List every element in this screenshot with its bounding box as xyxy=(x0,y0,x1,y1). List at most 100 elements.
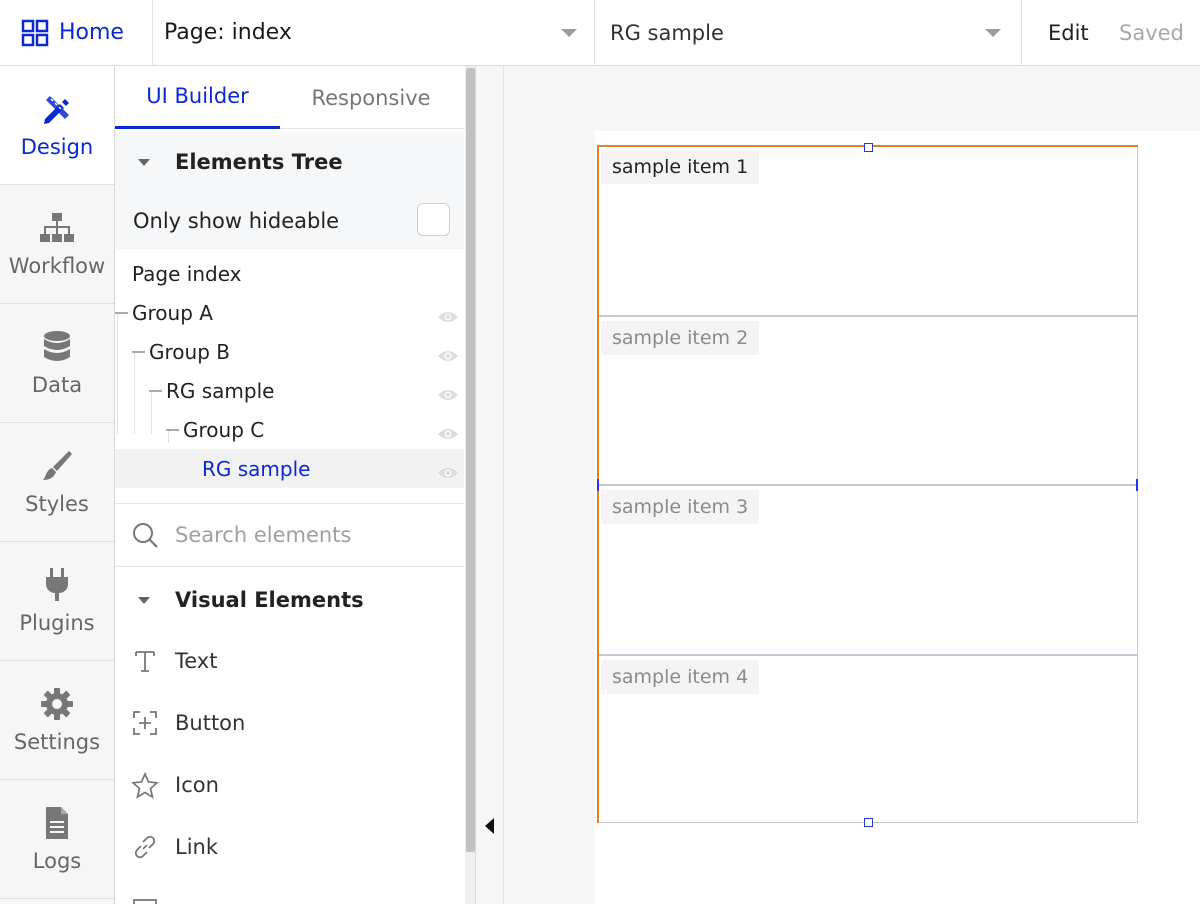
tree-dash xyxy=(115,311,128,314)
repeating-group[interactable]: sample item 1 sample item 2 sample item … xyxy=(597,145,1138,823)
nav-settings[interactable]: Settings xyxy=(0,661,114,780)
cell-text[interactable]: sample item 3 xyxy=(601,490,760,524)
elements-tree: Page index Group A Group B RG sample Gro… xyxy=(115,254,464,488)
grid-icon xyxy=(21,19,49,46)
home-button[interactable]: Home xyxy=(0,0,153,65)
nav-label: Workflow xyxy=(8,254,106,278)
cell-text[interactable]: sample item 4 xyxy=(601,660,760,694)
tree-dash xyxy=(166,428,179,431)
chevron-down-icon xyxy=(561,29,577,37)
tree-item-rg-sample-nested[interactable]: RG sample xyxy=(115,449,464,488)
tree-item-label: Group C xyxy=(183,417,265,442)
home-label: Home xyxy=(59,20,124,45)
triangle-down-icon xyxy=(138,158,150,166)
visual-element-label: Link xyxy=(175,835,219,859)
hideable-checkbox[interactable] xyxy=(417,203,450,236)
nav-label: Plugins xyxy=(19,611,95,635)
edit-button[interactable]: Edit xyxy=(1048,0,1089,65)
nav-styles[interactable]: Styles xyxy=(0,423,114,542)
visual-element-text[interactable]: Text xyxy=(115,630,464,692)
brush-icon xyxy=(41,448,73,484)
visual-element-button[interactable]: Button xyxy=(115,692,464,754)
nav-plugins[interactable]: Plugins xyxy=(0,542,114,661)
visual-element-partial[interactable] xyxy=(115,878,464,904)
workflow-icon xyxy=(38,210,76,246)
nav-label: Logs xyxy=(32,849,82,873)
eye-icon[interactable] xyxy=(437,344,459,368)
panel-gutter xyxy=(476,66,504,904)
hideable-label: Only show hideable xyxy=(133,209,340,233)
tree-item-label: RG sample xyxy=(202,456,311,481)
page-dropdown-label: Page: index xyxy=(164,20,292,45)
elements-tree-header[interactable]: Elements Tree xyxy=(115,132,464,192)
eye-icon[interactable] xyxy=(437,383,459,407)
tree-item-label: RG sample xyxy=(166,378,275,403)
page-dropdown[interactable]: Page: index xyxy=(153,0,595,65)
visual-element-label: Button xyxy=(175,711,246,735)
repeating-group-cell[interactable]: sample item 2 xyxy=(599,317,1137,486)
repeating-group-cell[interactable]: sample item 4 xyxy=(599,656,1137,822)
nav-label: Data xyxy=(31,373,83,397)
tree-item-page-index[interactable]: Page index xyxy=(115,254,464,293)
text-icon xyxy=(130,649,160,673)
repeating-group-cell[interactable]: sample item 1 xyxy=(599,146,1137,317)
search-input[interactable] xyxy=(175,523,445,547)
element-dropdown-label: RG sample xyxy=(610,20,724,45)
hideable-filter-row: Only show hideable xyxy=(115,192,464,250)
eye-icon[interactable] xyxy=(437,305,459,329)
panel-scrollbar[interactable] xyxy=(465,66,475,904)
elements-tree-title: Elements Tree xyxy=(175,150,343,174)
tree-item-group-b[interactable]: Group B xyxy=(115,332,464,371)
tab-responsive[interactable]: Responsive xyxy=(280,66,462,129)
resize-handle-bottom[interactable] xyxy=(864,818,873,827)
tree-item-label: Group A xyxy=(132,300,213,325)
document-icon xyxy=(44,805,70,841)
visual-elements-title: Visual Elements xyxy=(175,588,364,612)
search-icon xyxy=(133,523,158,548)
tab-ui-builder[interactable]: UI Builder xyxy=(115,66,280,129)
element-dropdown[interactable]: RG sample xyxy=(595,0,1022,65)
resize-handle-left[interactable] xyxy=(597,479,599,491)
nav-design[interactable]: Design xyxy=(0,66,114,185)
visual-element-link[interactable]: Link xyxy=(115,816,464,878)
gear-icon xyxy=(40,686,74,722)
left-nav: Design Workflow Data Styles Plugins Sett… xyxy=(0,66,115,904)
cell-text[interactable]: sample item 2 xyxy=(601,321,760,355)
resize-handle-top[interactable] xyxy=(864,143,873,152)
nav-logs[interactable]: Logs xyxy=(0,780,114,899)
visual-element-label: Icon xyxy=(175,773,219,797)
panel-tabs: UI Builder Responsive xyxy=(115,66,475,129)
tree-dash xyxy=(132,350,145,353)
nav-data[interactable]: Data xyxy=(0,304,114,423)
chevron-down-icon xyxy=(985,29,1001,37)
saved-status: Saved xyxy=(1119,20,1184,45)
tree-dash xyxy=(149,389,162,392)
visual-element-label: Text xyxy=(175,649,218,673)
visual-elements-header[interactable]: Visual Elements xyxy=(115,570,464,630)
triangle-down-icon xyxy=(138,596,150,604)
resize-handle-right[interactable] xyxy=(1136,479,1138,491)
tree-item-group-a[interactable]: Group A xyxy=(115,293,464,332)
cell-text[interactable]: sample item 1 xyxy=(601,150,760,184)
eye-icon[interactable] xyxy=(437,461,459,485)
nav-label: Design xyxy=(20,135,94,159)
collapse-panel-icon[interactable] xyxy=(485,818,494,834)
tree-item-rg-sample[interactable]: RG sample xyxy=(115,371,464,410)
nav-label: Styles xyxy=(25,492,89,516)
image-icon xyxy=(130,896,160,904)
tree-item-group-c[interactable]: Group C xyxy=(115,410,464,449)
eye-icon[interactable] xyxy=(437,422,459,446)
top-bar: Home Page: index RG sample Edit Saved xyxy=(0,0,1200,66)
visual-element-icon[interactable]: Icon xyxy=(115,754,464,816)
repeating-group-cell[interactable]: sample item 3 xyxy=(599,486,1137,656)
nav-workflow[interactable]: Workflow xyxy=(0,185,114,304)
scrollbar-thumb[interactable] xyxy=(466,68,475,852)
database-icon xyxy=(42,329,72,365)
tree-item-label: Group B xyxy=(149,339,230,364)
side-panel: UI Builder Responsive Elements Tree Only… xyxy=(115,66,476,904)
design-icon xyxy=(40,91,74,127)
nav-label: Settings xyxy=(13,730,101,754)
link-icon xyxy=(130,834,160,860)
plug-icon xyxy=(43,567,71,603)
tree-item-label: Page index xyxy=(132,261,242,286)
